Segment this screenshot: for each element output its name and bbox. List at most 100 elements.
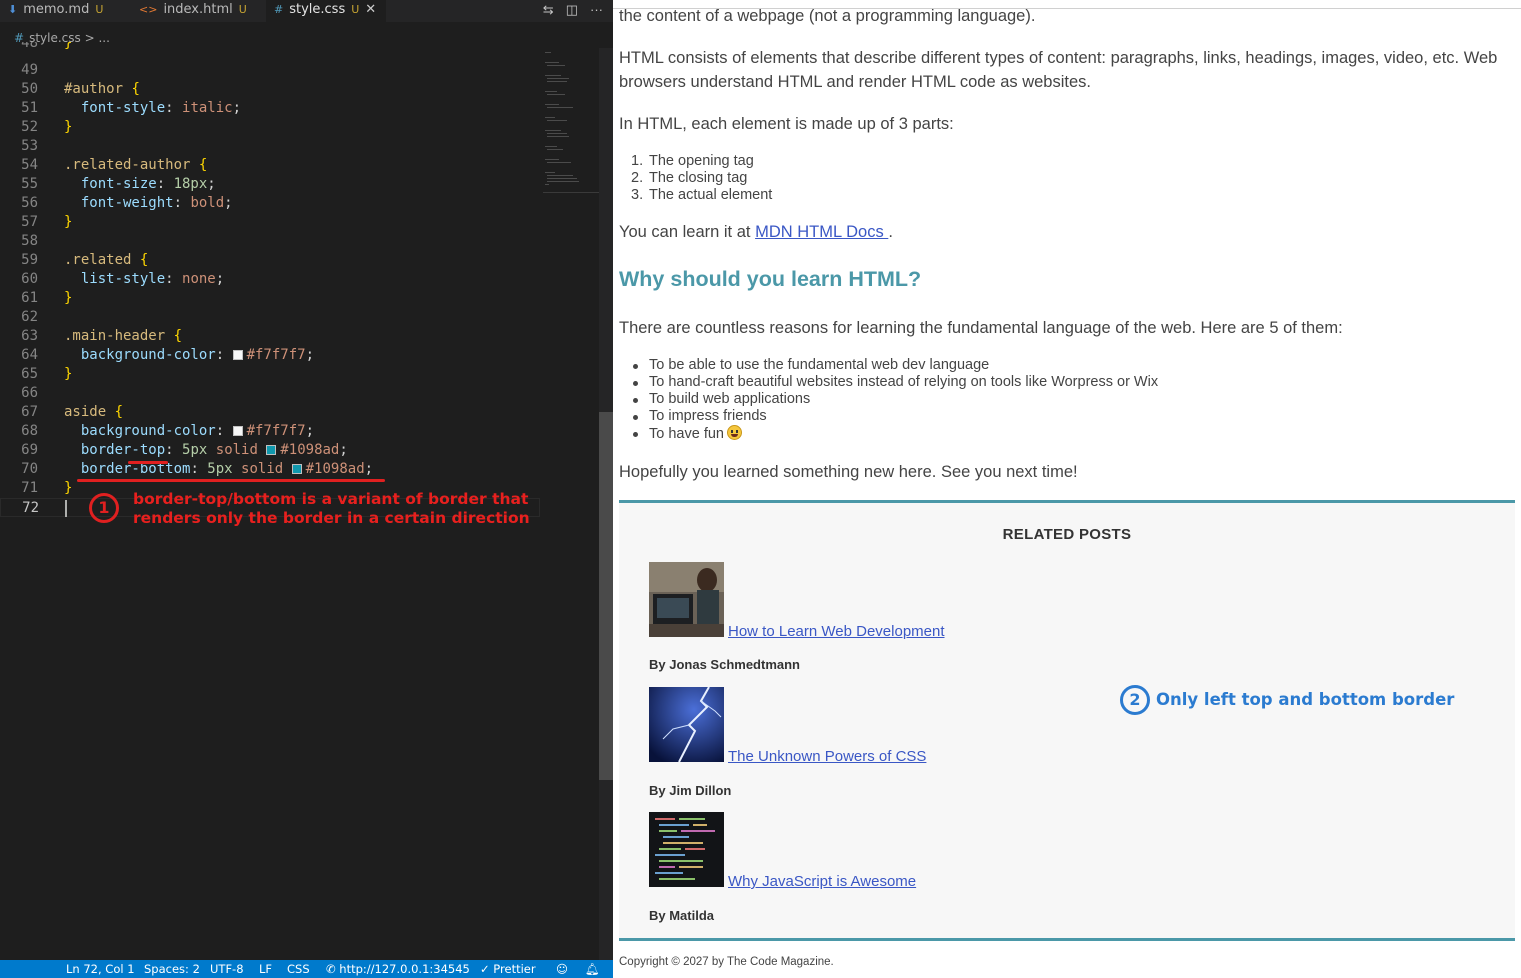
editor-scrollbar-thumb[interactable]: [599, 412, 613, 780]
code-line-48: 48}: [0, 42, 72, 53]
close-brace: }: [64, 214, 73, 230]
color-swatch[interactable]: [232, 426, 243, 436]
close-brace: }: [64, 366, 73, 382]
line-number: 54: [21, 157, 38, 173]
post-thumbnail-code[interactable]: [649, 812, 724, 887]
minimap[interactable]: [543, 48, 599, 193]
list-item-text: The opening tag: [649, 153, 754, 169]
css-property: font-style: [80, 100, 166, 116]
line-number: 70: [21, 461, 38, 477]
status-encoding[interactable]: UTF-8: [210, 960, 244, 978]
reasons-intro: There are countless reasons for learning…: [619, 319, 1343, 337]
post-link[interactable]: The Unknown Powers of CSS: [728, 748, 926, 766]
annotation-badge-2: 2: [1120, 685, 1150, 715]
css-value: bold: [190, 195, 225, 211]
code-line-60: 60 list-style: none;: [0, 270, 224, 289]
line-number: 69: [21, 442, 38, 458]
css-selector: #author: [64, 81, 124, 97]
annotation-text-2: Only left top and bottom border: [1156, 690, 1455, 709]
css-value: solid: [215, 442, 258, 458]
text-cursor: [65, 500, 67, 517]
tab-index-html[interactable]: <> index.html U: [131, 0, 266, 22]
list-item: 3. The actual element: [631, 187, 773, 203]
page-footer: Copyright © 2027 by The Code Magazine.: [619, 956, 834, 968]
post-thumbnail-laptop[interactable]: [649, 562, 724, 637]
code-line-57: 57}: [0, 213, 72, 232]
css-value: none: [182, 271, 216, 287]
browser-preview: the content of a webpage (not a programm…: [613, 0, 1521, 978]
color-swatch[interactable]: [266, 445, 277, 455]
post-link[interactable]: Why JavaScript is Awesome: [728, 873, 916, 891]
code-line-59: 59 .related {: [0, 251, 148, 270]
bell-icon[interactable]: 🔔︎: [585, 960, 600, 978]
annotation-text-1: border-top/bottom is a variant of border…: [133, 490, 530, 527]
post-author: By Jonas Schmedtmann: [649, 657, 800, 672]
html-description-paragraph: HTML consists of elements that describe …: [619, 49, 1498, 91]
code-line-50: 50 #author {: [0, 80, 140, 99]
tab-style-css[interactable]: # style.css U ✕: [266, 0, 386, 22]
code-line-56: 56 font-weight: bold;: [0, 194, 232, 213]
post-author: By Jim Dillon: [649, 783, 732, 798]
open-brace: {: [173, 328, 183, 344]
status-cursor-position[interactable]: Ln 72, Col 1: [66, 960, 135, 978]
list-item: 1. The opening tag: [631, 153, 754, 169]
code-line-53: 53: [0, 137, 38, 156]
html-icon: <>: [139, 3, 158, 16]
code-line-68: 68 background-color: #f7f7f7;: [0, 422, 314, 441]
feedback-icon[interactable]: ☺: [556, 960, 568, 978]
line-number: 50: [21, 81, 38, 97]
css-property: list-style: [80, 271, 166, 287]
tab-label: memo.md: [23, 2, 90, 17]
list-item-text: The actual element: [649, 187, 773, 203]
split-editor-icon[interactable]: ◫: [566, 2, 578, 17]
close-icon[interactable]: ✕: [365, 2, 376, 17]
tab-label: style.css: [289, 2, 346, 17]
code-line-52: 52}: [0, 118, 72, 137]
annotation-badge-1: 1: [89, 493, 119, 523]
css-property: font-size: [80, 176, 157, 192]
status-eol[interactable]: LF: [259, 960, 272, 978]
list-item: To impress friends: [619, 408, 1158, 425]
line-number: 56: [21, 195, 38, 211]
code-editor: ⬇ memo.md U <> index.html U # style.css U ✕ ⇆ ◫ ·…: [0, 0, 613, 978]
list-item: To be able to use the fundamental web de…: [619, 357, 1158, 374]
more-actions-icon[interactable]: ···: [590, 2, 603, 17]
status-prettier[interactable]: ✓ Prettier: [480, 960, 536, 978]
status-indentation[interactable]: Spaces: 2: [144, 960, 200, 978]
markdown-icon: ⬇: [8, 3, 18, 16]
line-number: 55: [21, 176, 38, 192]
css-value: 5px: [182, 442, 208, 458]
code-line-62: 62: [0, 308, 38, 327]
css-value: italic: [182, 100, 233, 116]
post-link[interactable]: How to Learn Web Development: [728, 623, 945, 641]
why-heading: Why should you learn HTML?: [619, 267, 922, 291]
code-line-55: 55 font-size: 18px;: [0, 175, 216, 194]
post-thumbnail-lightning[interactable]: [649, 687, 724, 762]
status-language[interactable]: CSS: [287, 960, 310, 978]
tab-memo-md[interactable]: ⬇ memo.md U: [0, 0, 127, 22]
learn-paragraph: You can learn it at MDN HTML Docs .: [619, 220, 893, 244]
status-live-server[interactable]: ✆ http://127.0.0.1:34545: [326, 960, 470, 978]
prettier-label: Prettier: [493, 962, 536, 976]
learn-prefix: You can learn it at: [619, 223, 756, 241]
mdn-link[interactable]: MDN HTML Docs: [755, 223, 888, 241]
css-property: border-: [80, 442, 140, 458]
open-brace: {: [131, 81, 140, 97]
css-value: solid: [241, 461, 284, 477]
color-swatch[interactable]: [232, 350, 243, 360]
code-line-49: 49: [0, 61, 38, 80]
compare-icon[interactable]: ⇆: [543, 2, 554, 17]
status-bar: Ln 72, Col 1 Spaces: 2 UTF-8 LF CSS ✆ ht…: [0, 960, 613, 978]
code-line-69: 69 border-top: 5px solid #1098ad;: [0, 441, 348, 460]
post-author: By Matilda: [649, 908, 715, 923]
css-selector: .related-author: [64, 157, 191, 173]
css-selector: .main-header: [64, 328, 166, 344]
code-line-71: 71}: [0, 479, 72, 498]
css-selector: aside: [64, 404, 107, 420]
line-number: 63: [21, 328, 38, 344]
line-number: 58: [21, 233, 38, 249]
color-swatch[interactable]: [291, 464, 302, 474]
line-number: 64: [21, 347, 38, 363]
line-number: 48: [21, 42, 38, 51]
intro-paragraph-tail: the content of a webpage (not a programm…: [619, 7, 1036, 25]
